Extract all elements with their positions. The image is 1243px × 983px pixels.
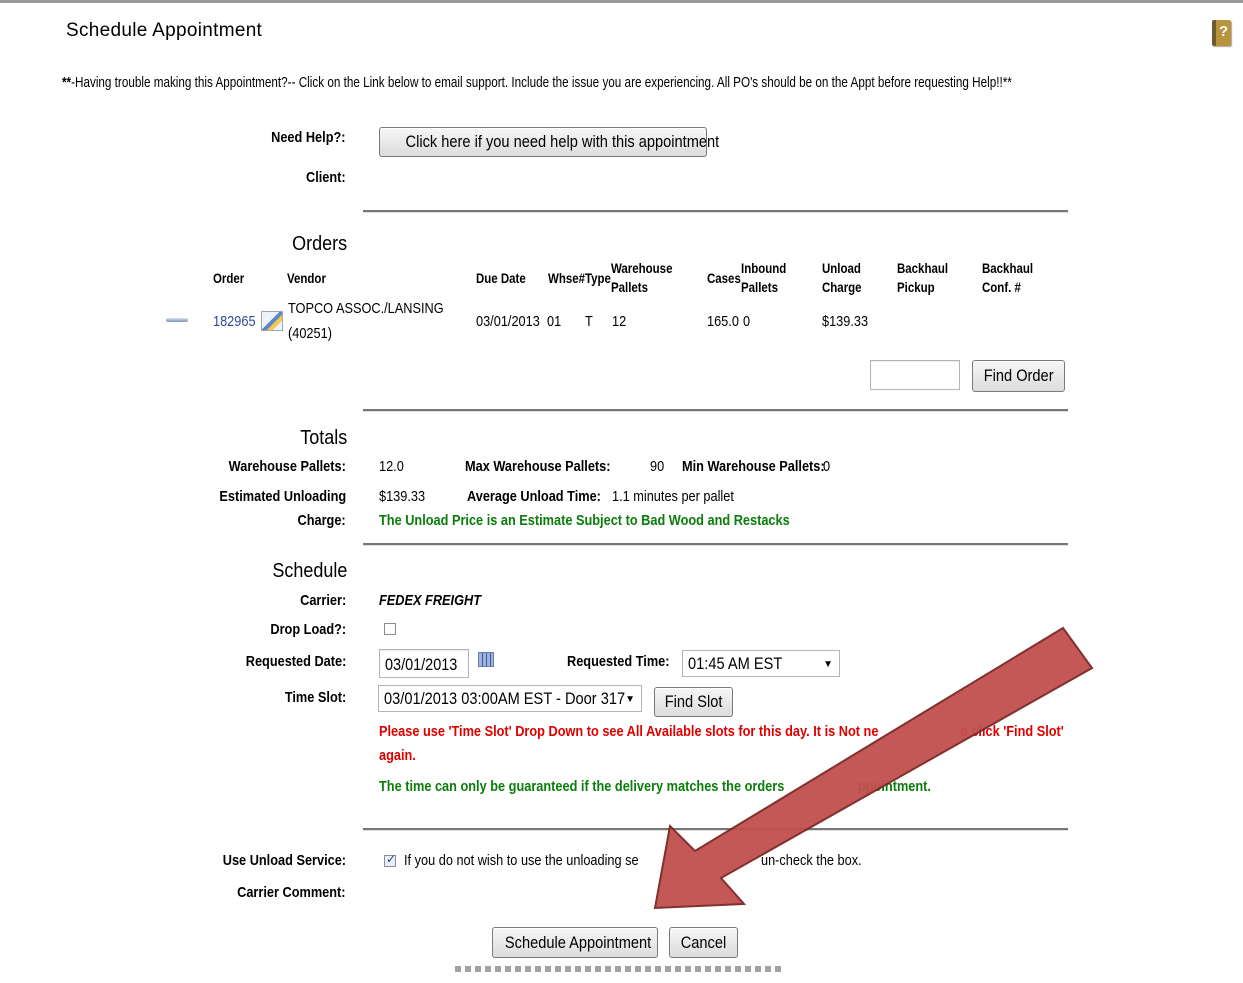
arrow-shape	[653, 626, 1094, 910]
annotation-arrow	[653, 626, 1094, 910]
